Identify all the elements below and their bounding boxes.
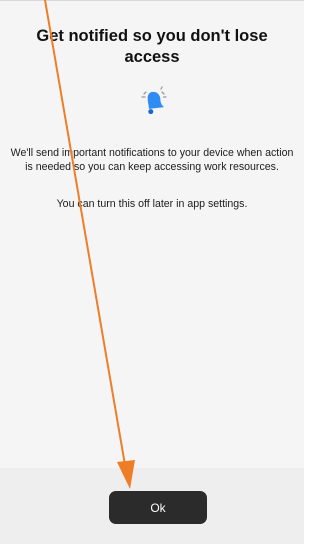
page-title: Get notified so you don't lose access <box>36 27 268 66</box>
bell-icon <box>141 86 167 115</box>
notification-permission-screen: Get notified so you don't lose access We… <box>0 0 304 544</box>
top-divider <box>0 0 304 1</box>
settings-note: You can turn this off later in app setti… <box>56 198 248 210</box>
ok-button[interactable]: Ok <box>109 491 207 524</box>
notification-description: We'll send important notifications to yo… <box>10 147 294 173</box>
annotation-arrow <box>44 0 135 489</box>
